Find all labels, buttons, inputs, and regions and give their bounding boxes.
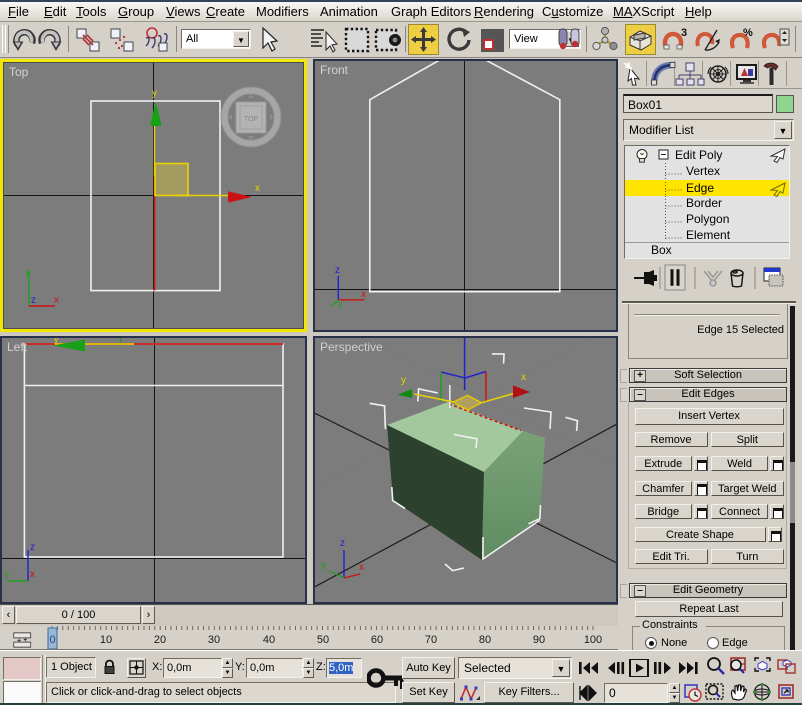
- svg-text:Vertex: Vertex: [686, 164, 720, 178]
- svg-text:30: 30: [208, 634, 220, 646]
- svg-text:Front: Front: [320, 63, 349, 77]
- svg-text:x: x: [30, 569, 35, 580]
- svg-text:x: x: [255, 183, 260, 194]
- svg-text:TOP: TOP: [244, 116, 259, 123]
- svg-text:Polygon: Polygon: [686, 212, 729, 226]
- svg-text:z: z: [31, 295, 36, 306]
- svg-text:Element: Element: [686, 228, 731, 242]
- svg-text:x: x: [361, 289, 366, 300]
- svg-text:Edit Poly: Edit Poly: [675, 148, 722, 162]
- svg-text:0: 0: [49, 634, 55, 646]
- svg-text:Top: Top: [9, 65, 29, 79]
- svg-text:x: x: [521, 372, 526, 383]
- svg-text:90: 90: [533, 634, 545, 646]
- svg-text:%: %: [743, 27, 753, 39]
- svg-text:x: x: [54, 295, 59, 306]
- svg-text:y: y: [4, 569, 9, 580]
- svg-text:y: y: [54, 338, 59, 344]
- svg-text:40: 40: [263, 634, 275, 646]
- svg-text:80: 80: [479, 634, 491, 646]
- svg-text:Left: Left: [7, 340, 28, 354]
- svg-text:y: y: [338, 299, 343, 310]
- svg-text:10: 10: [100, 634, 112, 646]
- svg-text:Perspective: Perspective: [320, 340, 383, 354]
- svg-text:20: 20: [154, 634, 166, 646]
- svg-text:3: 3: [681, 27, 687, 39]
- svg-text:z: z: [340, 538, 345, 549]
- svg-text:z: z: [30, 542, 35, 553]
- svg-text:x: x: [359, 562, 364, 573]
- svg-text:70: 70: [425, 634, 437, 646]
- svg-text:Edge: Edge: [686, 181, 714, 195]
- svg-text:100: 100: [584, 634, 602, 646]
- svg-text:Border: Border: [686, 196, 722, 210]
- svg-text:y: y: [401, 375, 406, 386]
- svg-text:z: z: [335, 265, 340, 276]
- svg-text:Box: Box: [651, 243, 672, 257]
- svg-text:60: 60: [371, 634, 383, 646]
- svg-text:y: y: [321, 560, 326, 571]
- svg-text:y: y: [25, 267, 30, 278]
- svg-text:y: y: [152, 88, 157, 99]
- svg-text:50: 50: [317, 634, 329, 646]
